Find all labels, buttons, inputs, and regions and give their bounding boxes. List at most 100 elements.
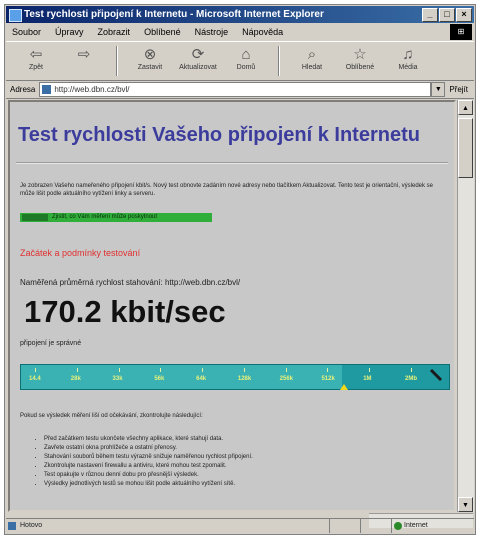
ie-app-icon [9, 9, 22, 22]
title-bar[interactable]: Test rychlosti připojení k Internetu - M… [6, 6, 474, 23]
tip-item: Zavřete ostatní okna prohlížeče a ostatn… [44, 444, 454, 452]
stop-button[interactable]: ⊗ Zastavit [128, 42, 172, 80]
scroll-down-button[interactable]: ▼ [458, 497, 473, 512]
forward-button[interactable]: ⇨ [62, 42, 106, 80]
address-input[interactable]: http://web.dbn.cz/bvl/ [39, 81, 432, 97]
status-label: Hotovo [20, 522, 43, 529]
address-url: http://web.dbn.cz/bvl/ [54, 84, 130, 94]
gauge-needle-icon [429, 368, 443, 382]
gauge-tick [369, 368, 371, 372]
tip-item: Test opakujte v různou denní dobu pro př… [44, 471, 454, 479]
refresh-icon: ⟳ [191, 46, 205, 63]
speed-marker [339, 384, 348, 390]
menu-bar: Soubor Úpravy Zobrazit Oblíbené Nástroje… [6, 24, 474, 40]
gauge-label: 14.4 [29, 376, 41, 382]
go-button[interactable]: Přejít [445, 85, 474, 94]
menu-item-edit[interactable]: Úpravy [55, 24, 84, 40]
gauge-label: 256k [279, 376, 294, 382]
windows-logo-icon: ⊞ [450, 24, 472, 40]
info-link-label: Zjistit, co Vám měření může poskytnout [52, 214, 158, 220]
menu-item-help[interactable]: Nápověda [242, 24, 283, 40]
gauge-tick [411, 368, 412, 372]
home-label: Domů [236, 64, 256, 71]
page-content: Test rychlosti Vašeho připojení k Intern… [8, 100, 456, 512]
close-button[interactable]: × [456, 8, 472, 22]
forward-arrow-icon: ⇨ [77, 46, 91, 63]
minimize-button[interactable]: _ [422, 8, 438, 22]
stop-icon: ⊗ [143, 46, 157, 63]
stop-label: Zastavit [137, 64, 163, 71]
refresh-label: Aktualizovat [179, 64, 217, 71]
speed-value: 170.2 kbit/sec [24, 294, 226, 329]
window-controls: _ □ × [422, 8, 472, 22]
toolbar-separator [116, 46, 118, 76]
favorites-label: Oblíbené [345, 64, 375, 71]
menu-item-file[interactable]: Soubor [12, 24, 41, 40]
gauge-tick [160, 368, 162, 372]
gauge-tick [285, 368, 287, 372]
window-title: Test rychlosti připojení k Internetu - M… [24, 9, 324, 20]
start-test-link[interactable]: Začátek a podmínky testování [20, 248, 140, 258]
gauge-tick [243, 368, 245, 372]
note-text: Pokud se výsledek měření liší od očekává… [20, 413, 203, 419]
favorites-button[interactable]: ☆ Oblíbené [338, 42, 382, 80]
connection-status: připojení je správné [20, 340, 82, 347]
tip-item: Zkontrolujte nastavení firewallu a antiv… [44, 462, 454, 470]
media-button[interactable]: ♫ Média [386, 42, 430, 80]
vertical-scrollbar[interactable]: ▲ ▼ [457, 100, 474, 512]
internet-zone-icon [394, 522, 402, 530]
gauge-label: 1M [363, 376, 372, 382]
maximize-button[interactable]: □ [439, 8, 455, 22]
gauge-label: 512k [321, 376, 335, 382]
gauge-fill [21, 365, 342, 389]
gauge-label: 64k [196, 376, 207, 382]
home-button[interactable]: ⌂ Domů [224, 42, 268, 80]
search-button[interactable]: ⌕ Hledat [290, 42, 334, 80]
scroll-thumb[interactable] [458, 118, 473, 178]
status-text: Hotovo [6, 519, 329, 533]
gauge-tick [202, 368, 204, 372]
toolbar: ⇦ Zpět ⇨ ⊗ Zastavit ⟳ Aktualizovat ⌂ Dom… [6, 41, 474, 81]
gauge-tick [118, 368, 120, 372]
status-bar: Hotovo Internet [6, 518, 474, 533]
info-bar-icon [22, 214, 48, 221]
favorites-icon: ☆ [353, 46, 367, 63]
status-cell [329, 519, 360, 533]
browser-window: Test rychlosti připojení k Internetu - M… [4, 4, 476, 535]
menu-item-tools[interactable]: Nástroje [195, 24, 229, 40]
gauge-tick [327, 368, 329, 372]
page-icon [42, 84, 52, 94]
menu-item-favorites[interactable]: Oblíbené [144, 24, 181, 40]
security-zone: Internet [391, 519, 474, 533]
toolbar-separator [278, 46, 280, 76]
tip-item: Stahování souborů během testu výrazně sn… [44, 453, 454, 461]
back-arrow-icon: ⇦ [29, 46, 43, 63]
scroll-up-button[interactable]: ▲ [458, 100, 473, 115]
page-title: Test rychlosti Vašeho připojení k Intern… [18, 124, 420, 146]
title-divider [16, 162, 448, 164]
menu-item-view[interactable]: Zobrazit [98, 24, 131, 40]
tip-item: Před začátkem testu ukončete všechny apl… [44, 435, 454, 443]
gauge-label: 28k [70, 376, 81, 382]
search-icon: ⌕ [307, 46, 317, 63]
info-link[interactable]: Zjistit, co Vám měření může poskytnout [20, 213, 212, 222]
status-cell [360, 519, 391, 533]
address-label: Adresa [10, 84, 36, 94]
gauge-label: 2Mb [405, 376, 417, 382]
back-label: Zpět [28, 64, 43, 71]
media-icon: ♫ [402, 46, 414, 63]
address-dropdown-button[interactable]: ▼ [431, 81, 446, 97]
back-button[interactable]: ⇦ Zpět [14, 42, 58, 80]
intro-text: Je zobrazen Vašeho nameřeného připojení … [20, 183, 434, 197]
zone-label: Internet [404, 522, 428, 529]
tip-item: Výsledky jednotlivých testů se mohou liš… [44, 480, 454, 488]
search-label: Hledat [301, 64, 323, 71]
tips-list: Před začátkem testu ukončete všechny apl… [34, 435, 454, 489]
refresh-button[interactable]: ⟳ Aktualizovat [176, 42, 220, 80]
home-icon: ⌂ [241, 46, 251, 63]
gauge-tick [76, 368, 78, 372]
speed-gauge: 14.4 28k 33k 56k 64k 128k 256k 512k 1M 2Mb [20, 364, 450, 390]
measure-description: Naměřená průměrná rychlost stahování: ht… [20, 278, 241, 287]
gauge-label: 33k [112, 376, 123, 382]
gauge-label: 128k [237, 376, 252, 382]
